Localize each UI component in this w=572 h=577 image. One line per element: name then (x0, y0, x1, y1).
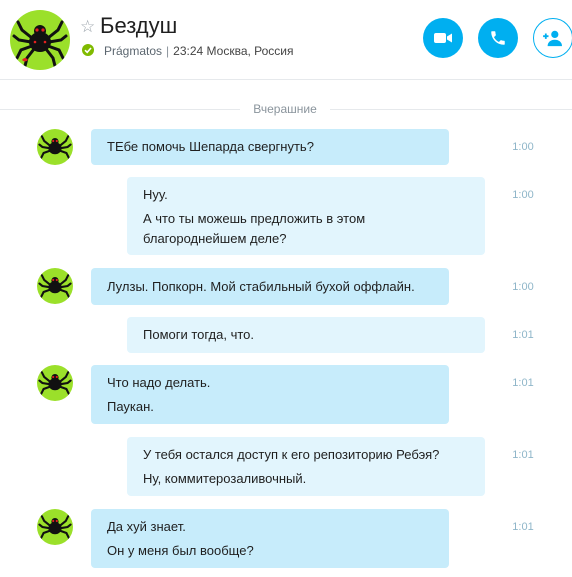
message-timestamp: 1:00 (512, 281, 534, 293)
day-separator: Вчерашние (0, 100, 572, 120)
message-timestamp: 1:00 (512, 189, 534, 201)
message-text: благороднейшем деле? (143, 231, 287, 246)
message-bubble-incoming[interactable]: Что надо делать. Паукан. (91, 365, 449, 424)
message-text: Лулзы. Попкорн. Мой стабильный бухой офф… (107, 279, 415, 294)
separator-line (0, 109, 240, 110)
separator-line (330, 109, 572, 110)
status-separator: | (166, 44, 170, 58)
video-camera-icon (434, 33, 452, 43)
message-text: ТЕбе помочь Шепарда свергнуть? (107, 139, 314, 154)
audio-call-button[interactable] (478, 18, 518, 58)
message-bubble-outgoing[interactable]: Помоги тогда, что. (127, 317, 485, 353)
status-line: Prágmatos | 23:24 Москва, Россия (104, 44, 294, 58)
spider-avatar-icon (12, 20, 68, 68)
message-text: Паукан. (107, 399, 154, 414)
message-text: А что ты можешь предложить в этом (143, 211, 366, 226)
message-text: Помоги тогда, что. (143, 327, 255, 342)
message-text: Ну, коммитерозаливочный. (143, 471, 307, 486)
phone-icon (491, 31, 505, 45)
message-text: Он у меня был вообще? (107, 543, 254, 558)
day-separator-label: Вчерашние (253, 102, 317, 116)
message-text: У тебя остался доступ к его репозиторию … (143, 447, 440, 462)
message-timestamp: 1:00 (512, 141, 534, 153)
video-call-button[interactable] (423, 18, 463, 58)
message-bubble-outgoing[interactable]: У тебя остался доступ к его репозиторию … (127, 437, 485, 496)
spider-avatar-icon (38, 515, 72, 539)
spider-avatar-icon (38, 371, 72, 395)
message-bubble-incoming[interactable]: ТЕбе помочь Шепарда свергнуть? (91, 129, 449, 165)
contact-name: Бездуш (100, 13, 178, 38)
mood-message: Prágmatos (104, 44, 163, 58)
conversation-header: ☆ Бездуш Prágmatos | 23:24 Москва, Россия (0, 0, 572, 80)
spider-avatar-icon (38, 135, 72, 159)
local-time: 23:24 Москва, Россия (173, 44, 294, 58)
message-bubble-incoming[interactable]: Да хуй знает. Он у меня был вообще? (91, 509, 449, 568)
message-timestamp: 1:01 (512, 449, 534, 461)
sender-avatar[interactable] (37, 129, 73, 165)
presence-online-icon (82, 44, 94, 56)
sender-avatar[interactable] (37, 268, 73, 304)
sender-avatar[interactable] (37, 365, 73, 401)
sender-avatar[interactable] (37, 509, 73, 545)
message-text: Что надо делать. (107, 375, 211, 390)
message-timestamp: 1:01 (512, 521, 534, 533)
message-text: Да хуй знает. (107, 519, 186, 534)
message-timestamp: 1:01 (512, 329, 534, 341)
message-timestamp: 1:01 (512, 377, 534, 389)
contact-avatar[interactable] (10, 10, 70, 70)
message-bubble-outgoing[interactable]: Нуу. А что ты можешь предложить в этом б… (127, 177, 485, 255)
add-person-icon (543, 30, 562, 47)
add-people-button[interactable] (533, 18, 572, 58)
favorite-star-icon[interactable]: ☆ (80, 18, 95, 35)
message-text: Нуу. (143, 187, 168, 202)
message-bubble-incoming[interactable]: Лулзы. Попкорн. Мой стабильный бухой офф… (91, 268, 449, 305)
spider-avatar-icon (38, 274, 72, 298)
